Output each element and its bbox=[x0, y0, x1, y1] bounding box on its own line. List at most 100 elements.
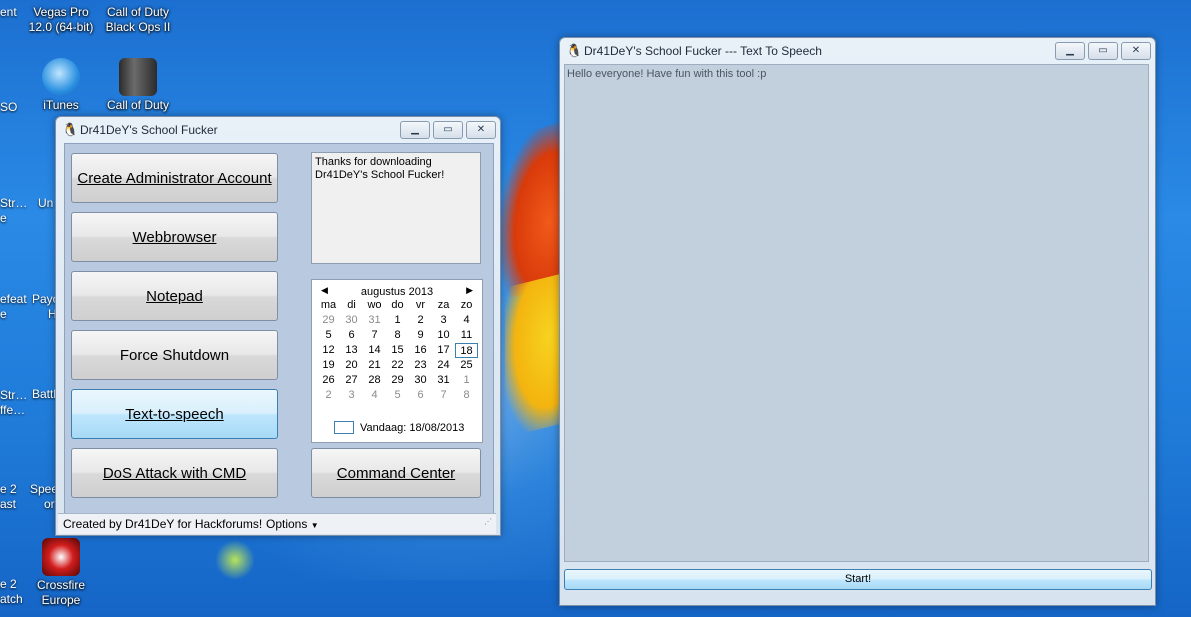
calendar-day[interactable]: 14 bbox=[363, 343, 386, 358]
calendar-day[interactable]: 6 bbox=[340, 328, 363, 343]
month-calendar[interactable]: ◀ augustus 2013 ▶ ma di wo do vr za zo 29 30 31 1 2… bbox=[311, 279, 483, 443]
desktop-icon-cod-bo2[interactable]: Call of Duty Black Ops II bbox=[102, 5, 174, 35]
partial-label[interactable]: SO bbox=[0, 100, 17, 115]
calendar-day[interactable]: 25 bbox=[455, 358, 478, 373]
tts-titlebar[interactable]: 🐧 Dr41DeY's School Fucker --- Text To Sp… bbox=[560, 38, 1155, 64]
calendar-day[interactable]: 11 bbox=[455, 328, 478, 343]
calendar-day[interactable]: 5 bbox=[386, 388, 409, 403]
command-center-button[interactable]: Command Center bbox=[311, 448, 481, 498]
calendar-day[interactable]: 2 bbox=[317, 388, 340, 403]
close-icon[interactable]: ✕ bbox=[466, 121, 496, 139]
cod-label: Call of Duty bbox=[106, 98, 170, 112]
partial-label[interactable]: e bbox=[0, 307, 7, 322]
maximize-icon[interactable]: ▭ bbox=[433, 121, 463, 139]
calendar-day[interactable]: 7 bbox=[432, 388, 455, 403]
windows-logo-yellow bbox=[505, 272, 567, 438]
calendar-day[interactable]: 3 bbox=[432, 313, 455, 328]
partial-label[interactable]: Str… bbox=[0, 196, 27, 211]
options-label: Options bbox=[266, 517, 308, 531]
calendar-day[interactable]: 19 bbox=[317, 358, 340, 373]
main-titlebar[interactable]: 🐧 Dr41DeY's School Fucker ▁ ▭ ✕ bbox=[56, 117, 500, 143]
calendar-day[interactable]: 22 bbox=[386, 358, 409, 373]
info-textbox[interactable]: Thanks for downloading Dr41DeY's School … bbox=[311, 152, 481, 264]
partial-label[interactable]: or bbox=[44, 497, 55, 512]
calendar-day[interactable]: 21 bbox=[363, 358, 386, 373]
calendar-day[interactable]: 30 bbox=[409, 373, 432, 388]
desktop-icon-vegas-pro[interactable]: Vegas Pro 12.0 (64-bit) bbox=[25, 5, 97, 35]
calendar-grid: ma di wo do vr za zo 29 30 31 1 2 3 4 5 6 7 8 9 10 11 12 13 14 1… bbox=[317, 298, 478, 403]
calendar-day[interactable]: 20 bbox=[340, 358, 363, 373]
calendar-today[interactable]: Vandaag: 18/08/2013 bbox=[334, 421, 464, 434]
calendar-day[interactable]: 10 bbox=[432, 328, 455, 343]
partial-label[interactable]: atch bbox=[0, 592, 23, 607]
partial-label[interactable]: Str… bbox=[0, 388, 27, 403]
partial-label[interactable]: ast bbox=[0, 497, 16, 512]
info-line: Thanks for downloading bbox=[315, 156, 432, 168]
calendar-day[interactable]: 8 bbox=[455, 388, 478, 403]
calendar-day[interactable]: 7 bbox=[363, 328, 386, 343]
calendar-day[interactable]: 15 bbox=[386, 343, 409, 358]
force-shutdown-button[interactable]: Force Shutdown bbox=[71, 330, 278, 380]
calendar-day[interactable]: 28 bbox=[363, 373, 386, 388]
desktop-icon-crossfire[interactable]: Crossfire Europe bbox=[25, 538, 97, 608]
calendar-day[interactable]: 2 bbox=[409, 313, 432, 328]
resize-grip-icon[interactable]: ⋰ bbox=[484, 512, 492, 532]
partial-label[interactable]: e 2 bbox=[0, 482, 17, 497]
partial-label[interactable]: ffe… bbox=[0, 403, 25, 418]
dos-attack-button[interactable]: DoS Attack with CMD bbox=[71, 448, 278, 498]
partial-label[interactable]: efeat bbox=[0, 292, 27, 307]
calendar-day[interactable]: 24 bbox=[432, 358, 455, 373]
partial-label[interactable]: Spee bbox=[30, 482, 58, 497]
calendar-day[interactable]: 9 bbox=[409, 328, 432, 343]
calendar-month[interactable]: augustus 2013 bbox=[312, 286, 482, 298]
today-label: Vandaag: 18/08/2013 bbox=[360, 421, 465, 434]
close-icon[interactable]: ✕ bbox=[1121, 42, 1151, 60]
partial-label[interactable]: Un bbox=[38, 196, 53, 211]
partial-label[interactable]: e 2 bbox=[0, 577, 17, 592]
calendar-day[interactable]: 8 bbox=[386, 328, 409, 343]
calendar-week-row: 12 13 14 15 16 17 18 bbox=[317, 343, 478, 358]
calendar-week-row: 29 30 31 1 2 3 4 bbox=[317, 313, 478, 328]
calendar-day[interactable]: 29 bbox=[386, 373, 409, 388]
calendar-day[interactable]: 1 bbox=[455, 373, 478, 388]
desktop-icon-cod[interactable]: Call of Duty bbox=[102, 58, 174, 113]
partial-label[interactable]: e bbox=[0, 211, 7, 226]
desktop-icon-itunes[interactable]: iTunes bbox=[25, 58, 97, 113]
create-admin-button[interactable]: Create Administrator Account bbox=[71, 153, 278, 203]
calendar-day[interactable]: 18 bbox=[455, 343, 478, 358]
calendar-day[interactable]: 23 bbox=[409, 358, 432, 373]
calendar-week-row: 19 20 21 22 23 24 25 bbox=[317, 358, 478, 373]
notepad-button[interactable]: Notepad bbox=[71, 271, 278, 321]
calendar-day[interactable]: 31 bbox=[432, 373, 455, 388]
calendar-day[interactable]: 3 bbox=[340, 388, 363, 403]
webbrowser-button[interactable]: Webbrowser bbox=[71, 212, 278, 262]
calendar-weekday: wo bbox=[367, 299, 382, 311]
calendar-day[interactable]: 27 bbox=[340, 373, 363, 388]
calendar-day[interactable]: 1 bbox=[386, 313, 409, 328]
calendar-day[interactable]: 12 bbox=[317, 343, 340, 358]
calendar-day[interactable]: 13 bbox=[340, 343, 363, 358]
minimize-icon[interactable]: ▁ bbox=[1055, 42, 1085, 60]
calendar-day[interactable]: 6 bbox=[409, 388, 432, 403]
calendar-day[interactable]: 4 bbox=[455, 313, 478, 328]
calendar-day[interactable]: 31 bbox=[363, 313, 386, 328]
text-to-speech-button[interactable]: Text-to-speech bbox=[71, 389, 278, 439]
main-body: Create Administrator Account Webbrowser … bbox=[64, 143, 494, 517]
options-menu[interactable]: Options ▼ bbox=[266, 514, 319, 536]
partial-label[interactable]: Battl bbox=[32, 387, 56, 402]
calendar-day[interactable]: 5 bbox=[317, 328, 340, 343]
calendar-day[interactable]: 26 bbox=[317, 373, 340, 388]
calendar-day[interactable]: 30 bbox=[340, 313, 363, 328]
calendar-day[interactable]: 4 bbox=[363, 388, 386, 403]
calendar-day[interactable]: 17 bbox=[432, 343, 455, 358]
maximize-icon[interactable]: ▭ bbox=[1088, 42, 1118, 60]
crossfire-icon bbox=[42, 538, 80, 576]
calendar-day[interactable]: 16 bbox=[409, 343, 432, 358]
caret-right-icon[interactable]: ▶ bbox=[466, 285, 473, 296]
info-line: Dr41DeY's School Fucker! bbox=[315, 169, 445, 181]
minimize-icon[interactable]: ▁ bbox=[400, 121, 430, 139]
tts-text-area[interactable]: Hello everyone! Have fun with this tool … bbox=[564, 64, 1149, 562]
partial-label[interactable]: ent bbox=[0, 5, 17, 20]
start-button[interactable]: Start! bbox=[564, 569, 1152, 590]
calendar-day[interactable]: 29 bbox=[317, 313, 340, 328]
